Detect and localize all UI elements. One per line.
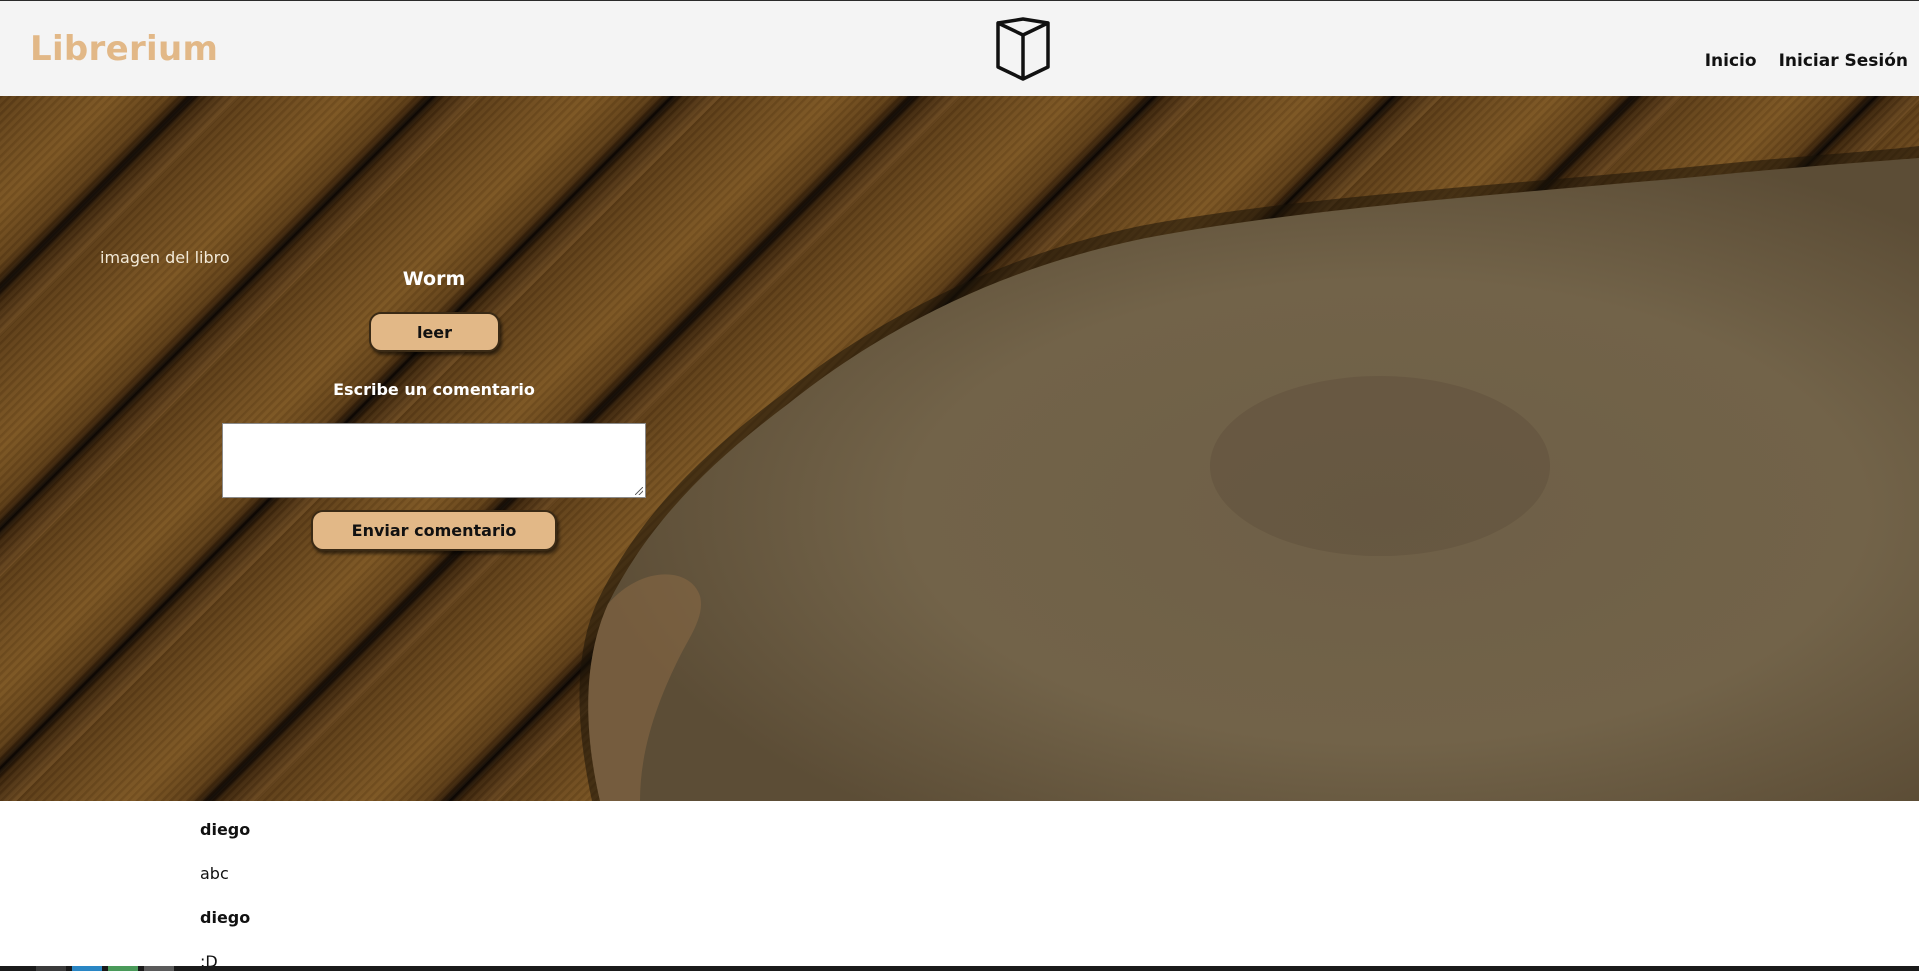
nav-link-iniciar-sesion[interactable]: Iniciar Sesión bbox=[1779, 51, 1908, 71]
comment-textarea[interactable] bbox=[222, 423, 646, 498]
comment-author: diego bbox=[200, 908, 251, 927]
taskbar-app-item[interactable] bbox=[36, 966, 66, 971]
taskbar-app-item[interactable] bbox=[72, 966, 102, 971]
book-image-placeholder: imagen del libro bbox=[100, 248, 230, 267]
book-title: Worm bbox=[402, 268, 466, 290]
comment-item: diego abc bbox=[200, 820, 250, 886]
comment-prompt: Escribe un comentario bbox=[333, 380, 535, 399]
nav-link-inicio[interactable]: Inicio bbox=[1705, 51, 1757, 71]
comment-text: abc bbox=[200, 864, 229, 883]
comment-list: diego abc diego :D bbox=[200, 820, 250, 974]
resize-grip-icon[interactable] bbox=[635, 487, 643, 495]
main-nav: Inicio Iniciar Sesión bbox=[1705, 51, 1908, 71]
comment-item: diego :D bbox=[200, 908, 250, 974]
comment-author: diego bbox=[200, 820, 251, 839]
read-button[interactable]: leer bbox=[369, 312, 500, 352]
open-book-icon bbox=[996, 17, 1050, 81]
taskbar-app-item[interactable] bbox=[108, 966, 138, 971]
taskbar bbox=[0, 966, 1919, 971]
book-hero: imagen del libro Worm leer Escribe un co… bbox=[0, 96, 1919, 801]
send-comment-button[interactable]: Enviar comentario bbox=[311, 510, 557, 551]
brand-logo-text[interactable]: Librerium bbox=[30, 29, 218, 69]
taskbar-app-item[interactable] bbox=[144, 966, 174, 971]
site-header: Librerium Inicio Iniciar Sesión bbox=[0, 1, 1919, 96]
